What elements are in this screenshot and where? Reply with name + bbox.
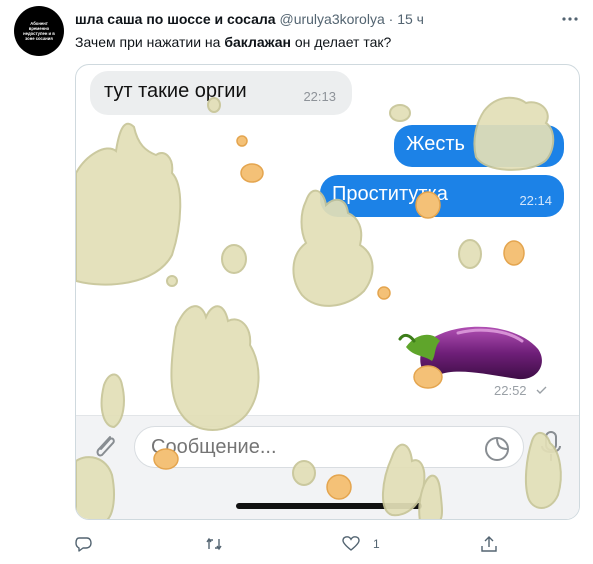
tweet-text: Зачем при нажатии на баклажан он делает … bbox=[75, 33, 391, 51]
read-ticks-icon bbox=[536, 386, 547, 394]
home-indicator bbox=[236, 503, 422, 509]
heart-icon bbox=[342, 536, 360, 551]
tweet-text-after: он делает так? bbox=[290, 34, 392, 50]
incoming-message-time: 22:13 bbox=[303, 89, 336, 104]
reply-button[interactable] bbox=[75, 533, 93, 555]
sticker-icon[interactable] bbox=[484, 436, 510, 462]
message-input[interactable] bbox=[134, 426, 524, 468]
tweet-time[interactable]: 15 ч bbox=[397, 11, 424, 27]
outgoing-message: Жесть bbox=[394, 125, 564, 167]
incoming-message-text: тут такие оргии bbox=[104, 80, 247, 102]
share-icon bbox=[481, 536, 497, 552]
retweet-icon bbox=[206, 537, 222, 551]
share-button[interactable] bbox=[480, 533, 498, 555]
more-icon[interactable] bbox=[560, 12, 580, 26]
author-name[interactable]: шла саша по шоссе и сосала bbox=[75, 11, 276, 27]
eggplant-message-time: 22:52 bbox=[494, 383, 527, 398]
microphone-icon[interactable] bbox=[540, 430, 562, 464]
outgoing-message-text: Жесть bbox=[406, 133, 465, 155]
paperclip-icon[interactable] bbox=[92, 431, 118, 461]
tweet-media[interactable]: тут такие оргии 22:13 Жесть Проститутка … bbox=[75, 64, 580, 520]
author-handle[interactable]: @urulya3korolya bbox=[279, 11, 384, 27]
incoming-message: тут такие оргии 22:13 bbox=[90, 71, 352, 115]
avatar-text: Абонент временно недоступен и в зоне сос… bbox=[23, 21, 55, 41]
outgoing-message-time: 22:14 bbox=[519, 193, 552, 208]
tweet-text-before: Зачем при нажатии на bbox=[75, 34, 225, 50]
reply-icon bbox=[75, 537, 92, 552]
tweet-header: шла саша по шоссе и сосала @urulya3korol… bbox=[75, 10, 545, 28]
avatar[interactable]: Абонент временно недоступен и в зоне сос… bbox=[14, 6, 64, 56]
like-count: 1 bbox=[373, 537, 380, 551]
retweet-button[interactable] bbox=[205, 533, 223, 555]
separator-dot: · bbox=[388, 11, 394, 27]
tweet-text-bold: баклажан bbox=[224, 34, 291, 50]
outgoing-message: Проститутка 22:14 bbox=[320, 175, 564, 217]
like-button[interactable]: 1 bbox=[342, 533, 380, 555]
outgoing-message-text: Проститутка bbox=[332, 183, 448, 205]
